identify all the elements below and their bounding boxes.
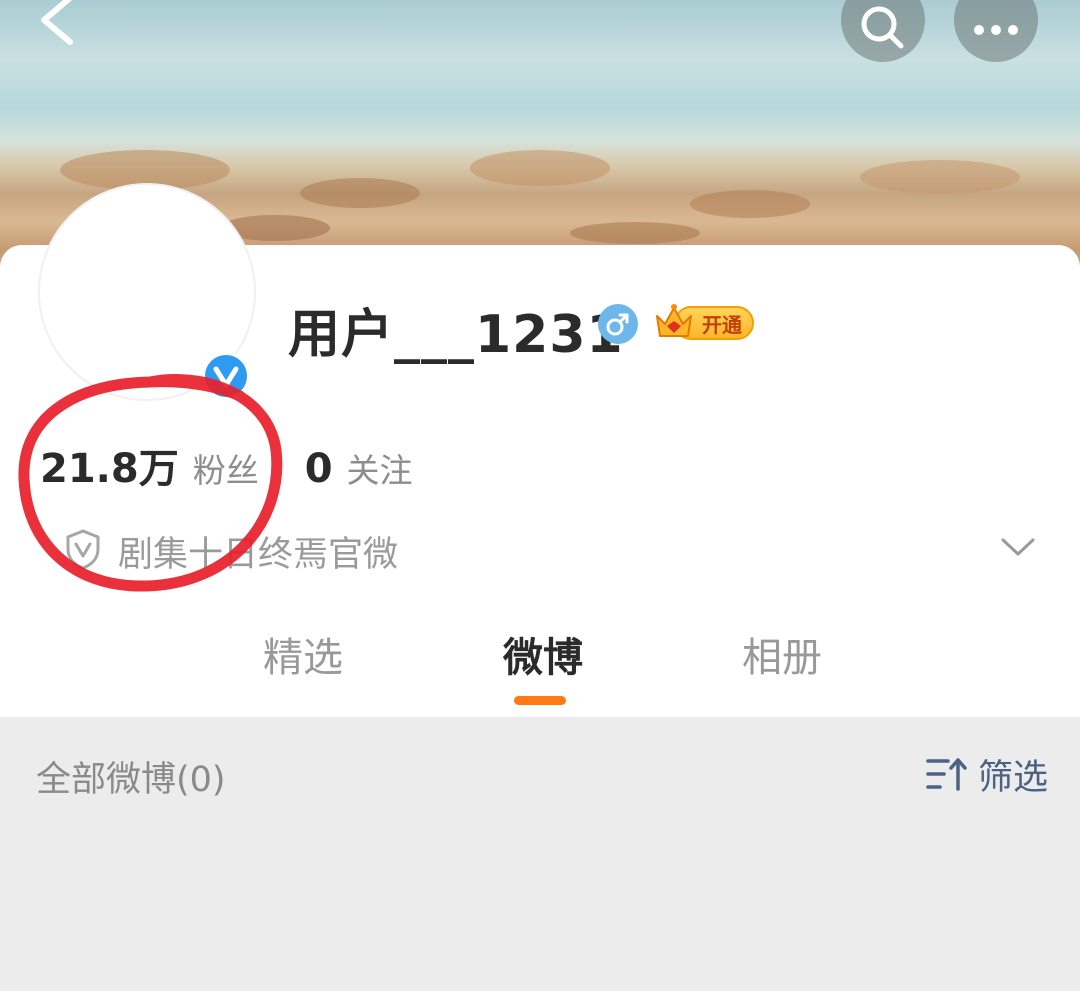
feed-title: 全部微博(0) [36, 760, 226, 800]
bio-text: 剧集十日终焉官微 [118, 535, 399, 575]
following-count[interactable]: 0 [305, 446, 333, 492]
tab-weibo[interactable]: 微博 [503, 625, 583, 683]
gender-badge [598, 304, 638, 344]
filter-button[interactable]: 筛选 [926, 751, 1049, 798]
verified-v-icon [213, 366, 239, 388]
search-icon [861, 6, 904, 49]
bio-row[interactable]: 剧集十日终焉官微 [64, 524, 1044, 575]
following-label[interactable]: 关注 [347, 444, 413, 492]
followers-label[interactable]: 粉丝 [193, 444, 259, 492]
verified-badge [202, 352, 250, 400]
male-icon [606, 313, 629, 336]
tab-album[interactable]: 相册 [742, 625, 822, 683]
username: 用户___1231 [288, 305, 624, 365]
vip-open-button[interactable]: 开通 [652, 300, 756, 344]
active-tab-indicator [514, 696, 566, 705]
chevron-down-icon[interactable] [1000, 534, 1036, 562]
crown-icon [656, 304, 692, 337]
followers-count[interactable]: 21.8万 [40, 436, 179, 494]
profile-stats: 21.8万 粉丝 0 关注 [40, 436, 413, 492]
more-icon [974, 25, 1018, 35]
tab-featured[interactable]: 精选 [263, 625, 343, 683]
filter-label: 筛选 [978, 757, 1049, 798]
shield-v-icon [66, 529, 100, 570]
profile-tabs: 精选 微博 相册 [0, 625, 1080, 705]
filter-sort-icon [926, 758, 967, 791]
back-arrow-icon [41, 0, 73, 45]
feed-header: 全部微博(0) 筛选 [0, 717, 1080, 827]
back-button[interactable] [30, 0, 90, 54]
